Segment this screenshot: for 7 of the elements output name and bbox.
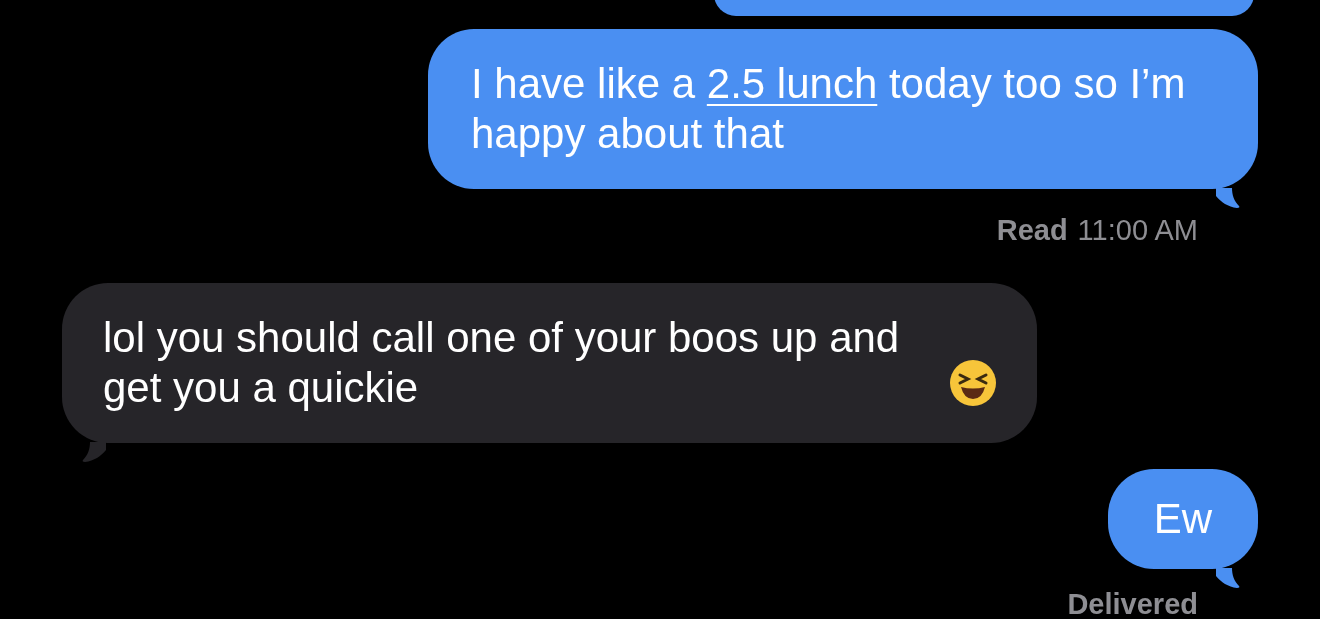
message-text: lol you should call one of your boos up and get you a quickie: [103, 312, 901, 413]
message-text: Ew: [1153, 494, 1212, 542]
receipt-label: Read: [996, 213, 1068, 248]
receipt-label: Delivered: [1067, 586, 1198, 619]
message-text: I have like a 2.5 lunch today too so I’m happy about that: [471, 60, 1186, 157]
receipt-time: 11:00 AM: [1077, 213, 1198, 248]
link[interactable]: 2.5 lunch: [706, 60, 878, 107]
